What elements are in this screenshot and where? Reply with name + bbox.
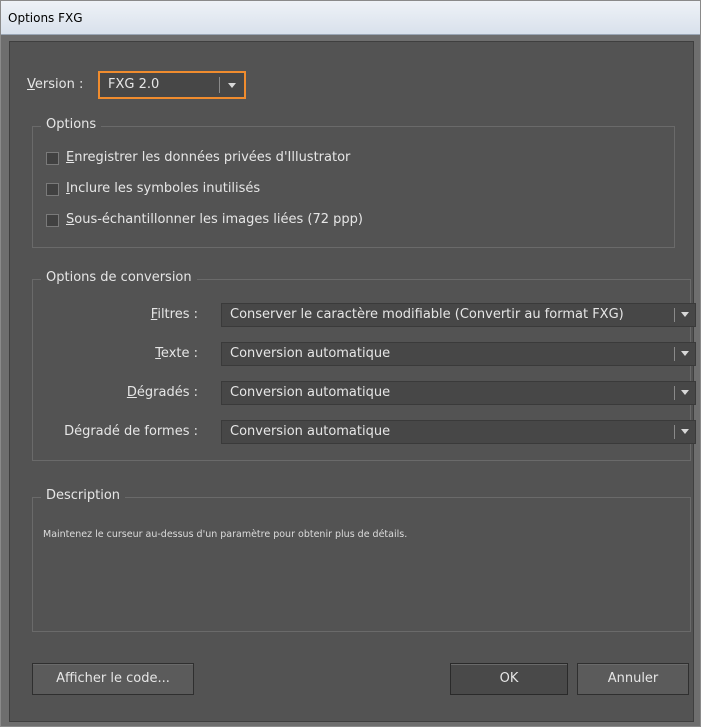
filters-select[interactable]: Conserver le caractère modifiable (Conve… [221, 303, 696, 327]
select-divider [674, 308, 675, 322]
text-select-value: Conversion automatique [230, 346, 391, 361]
chevron-down-icon [228, 83, 236, 89]
filters-select-value: Conserver le caractère modifiable (Conve… [230, 307, 624, 322]
version-select[interactable]: FXG 2.0 [98, 71, 246, 99]
title-bar[interactable]: Options FXG [1, 1, 700, 35]
chevron-down-icon [681, 312, 689, 318]
ok-button-label: OK [499, 671, 519, 686]
conversion-group-title: Options de conversion [41, 270, 197, 285]
gradients-select[interactable]: Conversion automatique [221, 381, 696, 405]
gradients-select-value: Conversion automatique [230, 385, 391, 400]
dialog-body: Version : FXG 2.0 Options Enregistrer le… [9, 41, 696, 722]
select-divider [219, 77, 220, 93]
gradient-mesh-select-value: Conversion automatique [230, 424, 391, 439]
gradients-label: Dégradés : [126, 385, 198, 400]
version-select-value: FXG 2.0 [108, 77, 160, 92]
text-select[interactable]: Conversion automatique [221, 342, 696, 366]
gradient-mesh-label: Dégradé de formes : [64, 424, 198, 439]
checkbox-label: Inclure les symboles inutilisés [66, 181, 261, 196]
checkbox-label: Sous-échantillonner les images liées (72… [66, 212, 363, 227]
text-label: Texte : [155, 346, 198, 361]
options-group: Options Enregistrer les données privées … [32, 117, 675, 248]
version-label: Version : [27, 77, 84, 92]
gradient-mesh-select[interactable]: Conversion automatique [221, 420, 696, 444]
show-code-button-label: Afficher le code... [56, 671, 170, 686]
checkbox[interactable] [46, 152, 59, 165]
select-divider [674, 425, 675, 439]
options-group-title: Options [41, 117, 102, 132]
description-group-title: Description [41, 488, 126, 503]
checkbox[interactable] [46, 183, 59, 196]
description-text: Maintenez le curseur au-dessus d'un para… [43, 529, 408, 540]
show-code-button[interactable]: Afficher le code... [32, 663, 194, 695]
cancel-button[interactable]: Annuler [577, 663, 689, 695]
checkbox-label: Enregistrer les données privées d'Illust… [66, 150, 351, 165]
conversion-options-group: Options de conversion Filtres : Conserve… [32, 270, 696, 461]
dialog-window: Options FXG Version : FXG 2.0 Options En… [0, 0, 701, 727]
chevron-down-icon [681, 390, 689, 396]
chevron-down-icon [681, 351, 689, 357]
ok-button[interactable]: OK [450, 663, 568, 695]
select-divider [674, 386, 675, 400]
filters-label: Filtres : [150, 307, 198, 322]
checkbox[interactable] [46, 214, 59, 227]
select-divider [674, 347, 675, 361]
description-group: Description Maintenez le curseur au-dess… [32, 488, 691, 632]
cancel-button-label: Annuler [607, 671, 659, 686]
chevron-down-icon [681, 429, 689, 435]
window-title: Options FXG [8, 11, 83, 25]
